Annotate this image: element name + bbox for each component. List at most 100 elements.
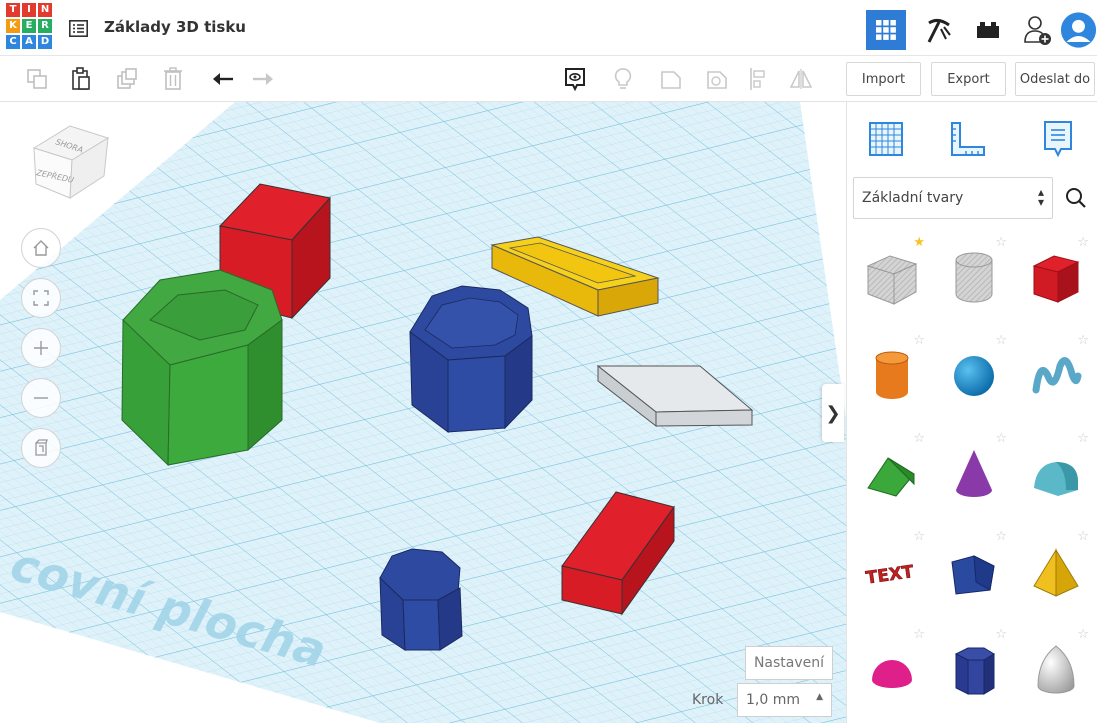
top-header: T I N K E R C A D Základy 3D tisku (0, 0, 1097, 56)
grid-view-button[interactable] (866, 10, 906, 50)
perspective-cube-icon (35, 439, 48, 456)
zoom-out-button[interactable] (21, 378, 61, 418)
import-button[interactable]: Import (846, 62, 921, 96)
solid-button[interactable] (658, 66, 684, 92)
avatar (1060, 12, 1097, 48)
invite-user-button[interactable] (1018, 10, 1058, 50)
paste-icon (72, 67, 90, 90)
bulb-icon (614, 68, 632, 89)
bricks-icon (977, 22, 999, 38)
text-shape-label: TEXT (865, 562, 916, 589)
hexagonal-prism-icon (954, 647, 995, 695)
logo-letter: E (22, 19, 36, 33)
shape-tile-half-sphere[interactable]: ☆ (853, 624, 931, 716)
undo-button[interactable] (210, 66, 236, 92)
export-button[interactable]: Export (931, 62, 1006, 96)
shape-tile-scribble[interactable]: ☆ (1017, 330, 1095, 422)
pickaxe-icon (927, 18, 951, 43)
shape-tile-roof[interactable]: ☆ (853, 428, 931, 520)
undo-icon (213, 73, 233, 85)
mirror-button[interactable] (788, 66, 814, 92)
view-cube[interactable]: SHORA ZEPŘEDU (30, 118, 114, 202)
notes-tool-button[interactable] (562, 66, 588, 92)
scene[interactable]: covní plocha (0, 102, 846, 723)
solid-shape-icon (661, 71, 681, 89)
paraboloid-icon (1037, 645, 1075, 694)
design-list-icon[interactable] (69, 20, 88, 37)
profile-button[interactable] (1060, 10, 1097, 50)
shape-tile-box[interactable]: ☆ (1017, 232, 1095, 324)
box-hole-icon (866, 255, 918, 305)
shape-category-select[interactable]: Základní tvary ▴ ▾ (853, 177, 1053, 219)
home-view-button[interactable] (21, 228, 61, 268)
cylinder-icon (875, 351, 909, 399)
logo-letter: R (38, 19, 52, 33)
logo-letter: A (22, 35, 36, 49)
cone-icon (956, 450, 992, 497)
logo-letter: C (6, 35, 20, 49)
workplane-tab[interactable] (861, 114, 911, 164)
hole-button[interactable] (704, 66, 730, 92)
delete-button[interactable] (160, 66, 186, 92)
fit-view-button[interactable] (21, 278, 61, 318)
scribble-icon (1032, 357, 1082, 394)
plus-icon (34, 341, 48, 355)
paste-button[interactable] (68, 66, 94, 92)
round-roof-icon (1034, 462, 1078, 496)
workplane-grid-icon (869, 122, 903, 156)
ruler-tab[interactable] (943, 114, 993, 164)
shape-tile-pyramid[interactable]: ☆ (1017, 526, 1095, 618)
duplicate-icon (117, 68, 137, 89)
settings-button[interactable]: Nastavení (745, 646, 833, 680)
snap-grid-select[interactable]: 1,0 mm ▲ (737, 683, 832, 717)
workplane-canvas[interactable]: covní plocha SHORA ZEPŘEDU Nastavení Kro… (0, 102, 846, 723)
duplicate-button[interactable] (114, 66, 140, 92)
logo-letter: T (6, 3, 20, 17)
blue-small-prism-shape[interactable] (379, 548, 463, 651)
shape-tile-sphere[interactable]: ☆ (935, 330, 1013, 422)
green-hexagonal-prism-shape[interactable] (121, 269, 283, 467)
search-icon (1066, 188, 1086, 208)
light-bulb-button[interactable] (610, 66, 636, 92)
logo-letter: I (22, 3, 36, 17)
comment-eye-icon (565, 68, 585, 92)
shape-tile-hexagonal-prism[interactable]: ☆ (935, 624, 1013, 716)
send-to-button[interactable]: Odeslat do (1015, 62, 1095, 96)
align-button[interactable] (746, 66, 772, 92)
note-bubble-icon (1044, 121, 1072, 158)
blue-octagonal-prism-shape[interactable] (409, 285, 533, 433)
copy-button[interactable] (24, 66, 50, 92)
shape-tile-paraboloid[interactable]: ☆ (1017, 624, 1095, 716)
shape-search-button[interactable] (1057, 177, 1095, 219)
snap-grid-value: 1,0 mm (746, 692, 800, 708)
shape-tile-box-hole[interactable]: ★ (853, 232, 931, 324)
shape-tile-cone[interactable]: ☆ (935, 428, 1013, 520)
shape-tile-polygon[interactable]: ☆ (935, 526, 1013, 618)
redo-button[interactable] (250, 66, 276, 92)
perspective-button[interactable] (21, 428, 61, 468)
mirror-icon (789, 69, 813, 89)
bricks-mode-button[interactable] (968, 10, 1008, 50)
ruler-icon (951, 122, 985, 156)
zoom-in-button[interactable] (21, 328, 61, 368)
half-sphere-icon (872, 660, 912, 688)
shape-tile-cylinder-hole[interactable]: ☆ (935, 232, 1013, 324)
design-title[interactable]: Základy 3D tisku (104, 18, 246, 36)
snap-grid-label: Krok (692, 692, 724, 708)
shape-category-value: Základní tvary (862, 190, 964, 206)
shape-tile-cylinder[interactable]: ☆ (853, 330, 931, 422)
cylinder-hole-icon (955, 252, 993, 303)
shapes-panel: Základní tvary ▴ ▾ ★ ☆ ☆ ☆ ☆ ☆ ☆ ☆ ☆ ☆ T… (846, 102, 1097, 723)
text-shape-icon: TEXT (864, 562, 916, 589)
fit-frame-icon (33, 290, 49, 306)
tinkercad-logo[interactable]: T I N K E R C A D (6, 3, 53, 53)
copy-icon (27, 69, 47, 89)
notes-tab[interactable] (1033, 114, 1083, 164)
grid-view-icon (876, 20, 896, 40)
collapse-panel-button[interactable]: ❯ (822, 384, 844, 442)
shape-tile-text[interactable]: ☆ TEXT (853, 526, 931, 618)
build-mode-button[interactable] (918, 10, 958, 50)
shape-tile-round-roof[interactable]: ☆ (1017, 428, 1095, 520)
trash-icon (164, 67, 182, 90)
sphere-icon (954, 356, 994, 396)
